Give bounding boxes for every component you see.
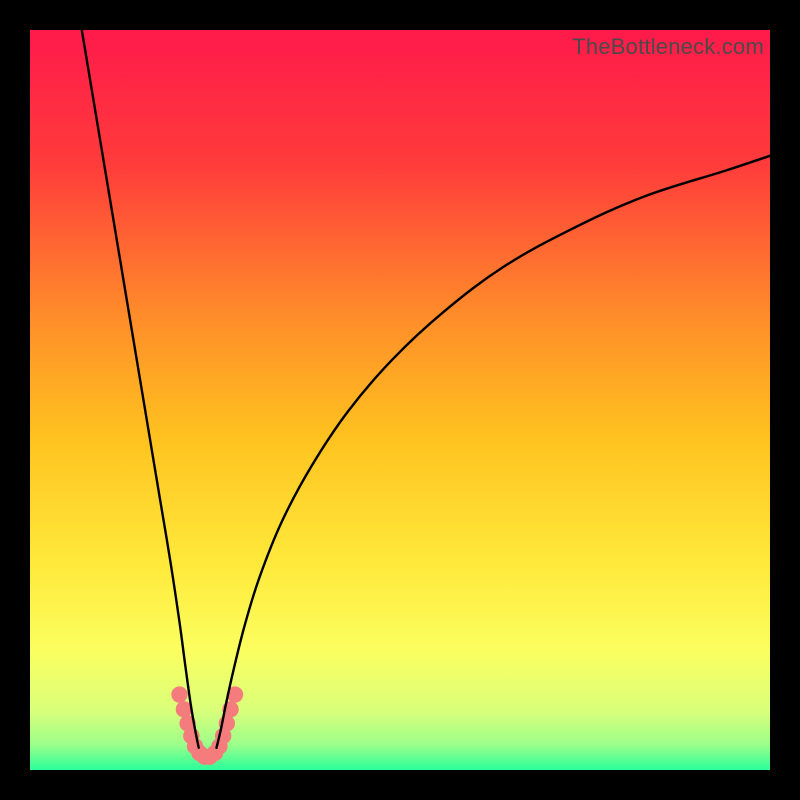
watermark-label: TheBottleneck.com	[572, 34, 764, 60]
chart-plot	[30, 30, 770, 770]
chart-background	[30, 30, 770, 770]
chart-frame: TheBottleneck.com	[30, 30, 770, 770]
trough-dot	[171, 686, 187, 702]
